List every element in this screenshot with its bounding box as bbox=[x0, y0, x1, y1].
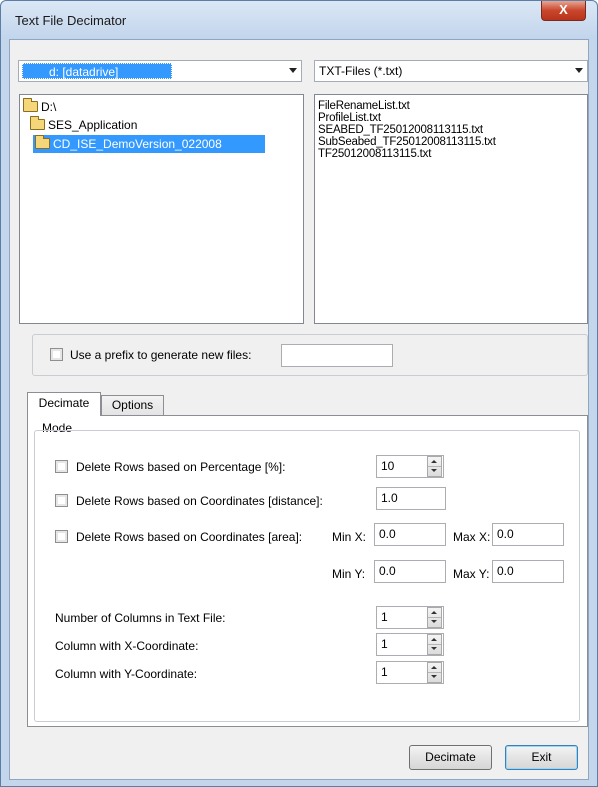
prefix-label: Use a prefix to generate new files: bbox=[70, 348, 252, 362]
distance-label: Delete Rows based on Coordinates [distan… bbox=[76, 494, 323, 508]
file-list[interactable]: FileRenameList.txt ProfileList.txt SEABE… bbox=[314, 94, 588, 324]
open-folder-icon bbox=[35, 135, 50, 149]
min-x-input[interactable]: 0.0 bbox=[374, 523, 446, 546]
decimate-tab-panel: Mode Delete Rows based on Percentage [%]… bbox=[27, 415, 588, 727]
directory-label: CD_ISE_DemoVersion_022008 bbox=[53, 137, 222, 151]
x-column-stepper[interactable] bbox=[427, 634, 442, 655]
max-x-input[interactable]: 0.0 bbox=[492, 523, 564, 546]
arrow-down-icon bbox=[431, 620, 437, 623]
y-column-stepper[interactable] bbox=[427, 662, 442, 683]
area-label: Delete Rows based on Coordinates [area]: bbox=[76, 530, 303, 544]
dialog-client-area: d: [datadrive] TXT-Files (*.txt) D:\ SES… bbox=[9, 39, 589, 780]
open-folder-icon bbox=[30, 116, 45, 130]
title-bar: Text File Decimator X bbox=[1, 1, 597, 39]
mode-group: Delete Rows based on Percentage [%]: 10 … bbox=[34, 430, 580, 722]
max-y-label: Max Y: bbox=[453, 567, 490, 581]
file-item[interactable]: FileRenameList.txt bbox=[318, 100, 410, 112]
prefix-input[interactable] bbox=[281, 344, 393, 367]
close-button[interactable]: X bbox=[541, 1, 586, 21]
directory-label: SES_Application bbox=[48, 118, 138, 132]
arrow-up-icon bbox=[431, 611, 437, 614]
window-title: Text File Decimator bbox=[15, 13, 127, 28]
arrow-down-icon bbox=[431, 647, 437, 650]
area-checkbox[interactable] bbox=[55, 530, 68, 543]
distance-input[interactable]: 1.0 bbox=[376, 487, 446, 510]
file-item[interactable]: TF25012008113115.txt bbox=[318, 148, 431, 160]
arrow-up-icon bbox=[431, 666, 437, 669]
chevron-down-icon bbox=[289, 68, 297, 73]
min-x-label: Min X: bbox=[332, 530, 367, 544]
file-type-select-value: TXT-Files (*.txt) bbox=[319, 64, 403, 78]
arrow-down-icon bbox=[431, 675, 437, 678]
directory-item-ses-application[interactable]: SES_Application bbox=[30, 116, 137, 134]
file-type-select[interactable]: TXT-Files (*.txt) bbox=[314, 60, 588, 82]
min-y-input[interactable]: 0.0 bbox=[374, 560, 446, 583]
directory-list[interactable]: D:\ SES_Application CD_ISE_DemoVersion_0… bbox=[19, 94, 304, 324]
num-columns-label: Number of Columns in Text File: bbox=[55, 611, 226, 625]
file-item[interactable]: ProfileList.txt bbox=[318, 112, 381, 124]
arrow-up-icon bbox=[431, 638, 437, 641]
exit-button[interactable]: Exit bbox=[505, 745, 578, 770]
prefix-group: Use a prefix to generate new files: bbox=[32, 334, 588, 376]
drive-select-value: d: [datadrive] bbox=[22, 63, 172, 79]
arrow-up-icon bbox=[431, 460, 437, 463]
distance-checkbox[interactable] bbox=[55, 494, 68, 507]
prefix-checkbox[interactable] bbox=[50, 348, 63, 361]
dialog-window: Text File Decimator X d: [datadrive] TXT… bbox=[0, 0, 598, 787]
x-column-label: Column with X-Coordinate: bbox=[55, 639, 199, 653]
min-y-label: Min Y: bbox=[332, 567, 366, 581]
chevron-down-icon bbox=[575, 68, 583, 73]
y-column-label: Column with Y-Coordinate: bbox=[55, 667, 198, 681]
max-y-input[interactable]: 0.0 bbox=[492, 560, 564, 583]
arrow-down-icon bbox=[431, 469, 437, 472]
file-item[interactable]: SEABED_TF25012008113115.txt bbox=[318, 124, 483, 136]
directory-item-cd-ise-demoversion[interactable]: CD_ISE_DemoVersion_022008 bbox=[33, 135, 265, 153]
num-columns-stepper[interactable] bbox=[427, 607, 442, 628]
tab-decimate[interactable]: Decimate bbox=[27, 392, 101, 416]
directory-label: D:\ bbox=[41, 100, 57, 114]
percentage-label: Delete Rows based on Percentage [%]: bbox=[76, 460, 286, 474]
open-folder-icon bbox=[23, 98, 38, 112]
directory-item-root[interactable]: D:\ bbox=[23, 98, 56, 116]
max-x-label: Max X: bbox=[453, 530, 491, 544]
file-item[interactable]: SubSeabed_TF25012008113115.txt bbox=[318, 136, 496, 148]
tab-options[interactable]: Options bbox=[101, 395, 164, 416]
percentage-checkbox[interactable] bbox=[55, 460, 68, 473]
percentage-stepper[interactable] bbox=[427, 456, 442, 477]
decimate-button[interactable]: Decimate bbox=[409, 745, 492, 770]
drive-select[interactable]: d: [datadrive] bbox=[18, 60, 302, 82]
